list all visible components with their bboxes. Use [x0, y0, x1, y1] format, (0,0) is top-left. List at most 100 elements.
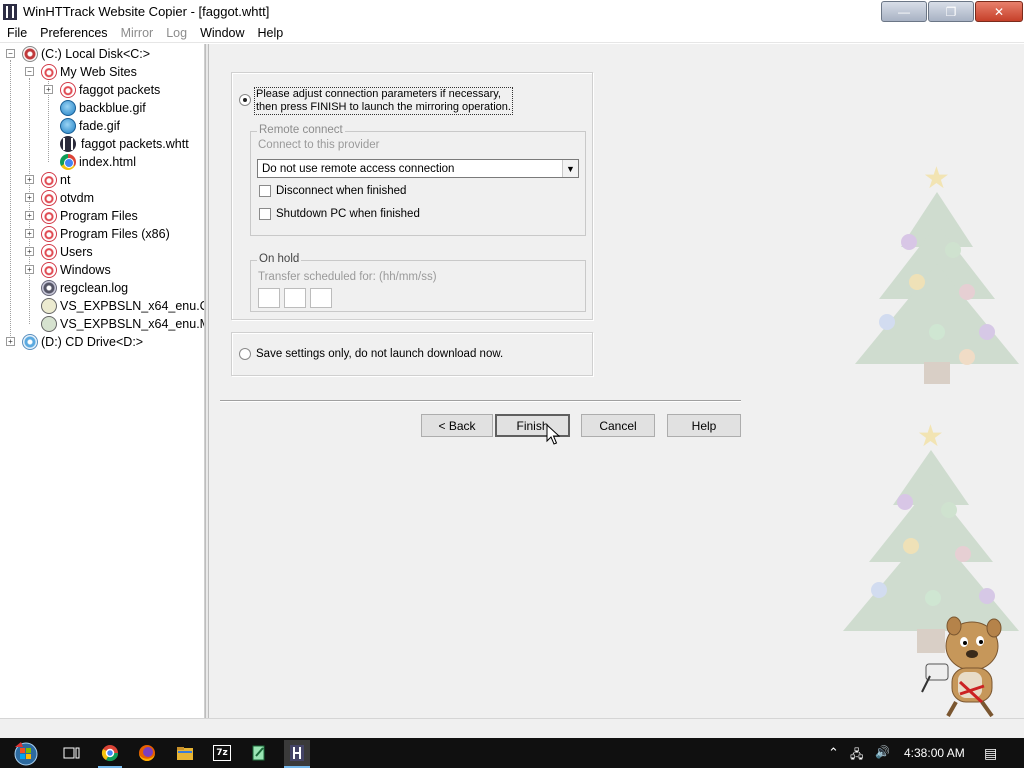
disconnect-label: Disconnect when finished [276, 185, 407, 197]
remote-connect-legend: Remote connect [257, 124, 345, 136]
task-view-icon[interactable] [61, 742, 83, 764]
menu-mirror[interactable]: Mirror [114, 26, 160, 40]
folder-tree[interactable]: − (C:) Local Disk<C:> − My Web Sites + f… [0, 44, 205, 718]
folder-icon [41, 226, 57, 242]
tree-item-faggot-packets[interactable]: + faggot packets [42, 81, 160, 99]
window-title: WinHTTrack Website Copier - [faggot.whtt… [23, 4, 270, 19]
log-file-icon [41, 280, 57, 296]
tree-item-label: otvdm [60, 191, 95, 205]
separator [220, 400, 741, 402]
tree-item-label: Program Files (x86) [60, 227, 170, 241]
notification-icon[interactable]: ▤ [984, 745, 997, 762]
expand-icon[interactable]: + [25, 265, 34, 274]
expand-icon[interactable]: + [25, 229, 34, 238]
tree-item-program-files-x86[interactable]: + Program Files (x86) [23, 225, 170, 243]
expand-icon[interactable]: + [44, 85, 53, 94]
7zip-label: 7z [213, 745, 231, 761]
menu-file[interactable]: File [0, 26, 33, 40]
collapse-icon[interactable]: − [25, 67, 34, 76]
mouse-cursor-icon [546, 424, 560, 445]
tree-item-nt[interactable]: + nt [23, 171, 70, 189]
radio-launch-mirroring[interactable] [239, 94, 251, 106]
tree-item-backblue-gif[interactable]: backblue.gif [60, 99, 146, 117]
provider-select[interactable]: Do not use remote access connection ▼ [257, 159, 579, 178]
tree-item-label: My Web Sites [60, 65, 137, 79]
close-button[interactable]: ✕ [975, 1, 1023, 22]
expand-icon[interactable]: + [25, 175, 34, 184]
folder-icon [41, 190, 57, 206]
minutes-field[interactable] [284, 288, 306, 308]
tree-item-regclean-log[interactable]: regclean.log [41, 279, 128, 297]
minimize-button[interactable]: — [881, 1, 927, 22]
help-button[interactable]: Help [667, 414, 741, 437]
tree-item-otvdm[interactable]: + otvdm [23, 189, 94, 207]
tree-item-label: Users [60, 245, 93, 259]
minimize-icon: — [898, 4, 910, 19]
tree-item-label: nt [60, 173, 71, 187]
tree-item-label: faggot packets [79, 83, 161, 97]
maximize-button[interactable]: ❐ [928, 1, 974, 22]
chrome-html-icon [60, 154, 76, 170]
tree-item-users[interactable]: + Users [23, 243, 93, 261]
notepad-icon[interactable] [248, 742, 270, 764]
collapse-icon[interactable]: − [6, 49, 15, 58]
schedule-label: Transfer scheduled for: (hh/mm/ss) [258, 271, 437, 283]
expand-icon[interactable]: + [6, 337, 15, 346]
tree-item-program-files[interactable]: + Program Files [23, 207, 138, 225]
start-orb-icon[interactable] [8, 740, 44, 768]
back-button[interactable]: < Back [421, 414, 493, 437]
tree-item-vs-msi[interactable]: VS_EXPBSLN_x64_enu.MSI [41, 315, 204, 333]
httrack-app-icon[interactable] [3, 3, 17, 20]
taskbar: 7z ⌃ 🖧 🔊 4:38:00 AM ▤ [0, 738, 1024, 768]
tree-item-label: (C:) Local Disk<C:> [41, 47, 151, 61]
star-icon: ★ [917, 420, 944, 453]
tree-item-local-disk-c[interactable]: − (C:) Local Disk<C:> [4, 45, 150, 63]
tree-item-my-web-sites[interactable]: − My Web Sites [23, 63, 137, 81]
httrack-icon[interactable] [284, 740, 310, 766]
on-hold-legend: On hold [257, 253, 302, 265]
expand-icon[interactable]: + [25, 247, 34, 256]
hamster-mascot-icon [921, 616, 1002, 718]
cancel-button[interactable]: Cancel [581, 414, 655, 437]
seconds-field[interactable] [310, 288, 332, 308]
gif-file-icon [60, 118, 76, 134]
tray-chevron-icon[interactable]: ⌃ [828, 745, 839, 761]
chevron-down-icon[interactable]: ▼ [562, 160, 578, 177]
volume-icon[interactable]: 🔊 [875, 745, 890, 759]
menu-help[interactable]: Help [251, 26, 290, 40]
tree-item-fade-gif[interactable]: fade.gif [60, 117, 120, 135]
radio-save-settings-only[interactable] [239, 348, 251, 360]
save-settings-only-label[interactable]: Save settings only, do not launch downlo… [256, 348, 503, 360]
folder-icon [60, 82, 76, 98]
expand-icon[interactable]: + [25, 193, 34, 202]
disconnect-checkbox[interactable] [259, 185, 271, 197]
cab-file-icon [41, 298, 57, 314]
tree-item-index-html[interactable]: index.html [60, 153, 136, 171]
httrack-project-icon [60, 136, 76, 152]
tree-item-cd-drive-d[interactable]: + (D:) CD Drive<D:> [4, 333, 143, 351]
7zip-icon[interactable]: 7z [211, 742, 233, 764]
tree-item-label: fade.gif [79, 119, 121, 133]
disk-icon [22, 46, 38, 62]
expand-icon[interactable]: + [25, 211, 34, 220]
tree-item-windows[interactable]: + Windows [23, 261, 111, 279]
launch-mirroring-label[interactable]: Please adjust connection parameters if n… [254, 87, 513, 115]
network-icon[interactable]: 🖧 [850, 745, 863, 766]
taskbar-clock[interactable]: 4:38:00 AM [904, 746, 965, 760]
tree-item-label: faggot packets.whtt [81, 137, 189, 151]
christmas-tree-decoration: ★ [849, 164, 1024, 394]
menu-log[interactable]: Log [159, 26, 193, 40]
maximize-icon: ❐ [945, 4, 957, 19]
firefox-icon[interactable] [136, 742, 158, 764]
hours-field[interactable] [258, 288, 280, 308]
file-explorer-icon[interactable] [174, 742, 196, 764]
menu-window[interactable]: Window [193, 26, 250, 40]
chrome-icon[interactable] [99, 742, 121, 764]
tree-item-faggot-packets-whtt[interactable]: faggot packets.whtt [60, 135, 189, 153]
tree-item-vs-cab[interactable]: VS_EXPBSLN_x64_enu.CAB [41, 297, 204, 315]
menu-preferences[interactable]: Preferences [33, 26, 113, 40]
shutdown-checkbox[interactable] [259, 208, 271, 220]
title-bar: WinHTTrack Website Copier - [faggot.whtt… [0, 0, 1024, 23]
cd-drive-icon [22, 334, 38, 350]
folder-icon [41, 64, 57, 80]
